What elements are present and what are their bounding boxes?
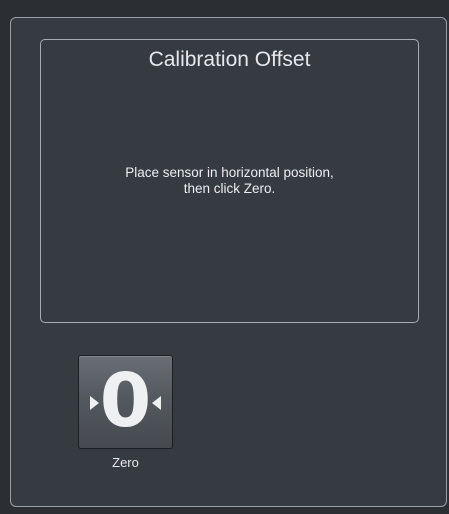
instructions-line-1: Place sensor in horizontal position, xyxy=(125,165,334,180)
zero-button[interactable]: 0 xyxy=(78,355,173,449)
calibration-offset-panel: Calibration Offset Place sensor in horiz… xyxy=(40,39,419,323)
instructions-line-2: then click Zero. xyxy=(183,181,276,196)
zero-button-label: Zero xyxy=(112,455,139,470)
arrow-left-icon xyxy=(152,396,161,410)
instructions-text: Place sensor in horizontal position, the… xyxy=(41,165,418,197)
calibration-screen: Calibration Offset Place sensor in horiz… xyxy=(0,0,449,514)
panel-title: Calibration Offset xyxy=(148,48,311,71)
